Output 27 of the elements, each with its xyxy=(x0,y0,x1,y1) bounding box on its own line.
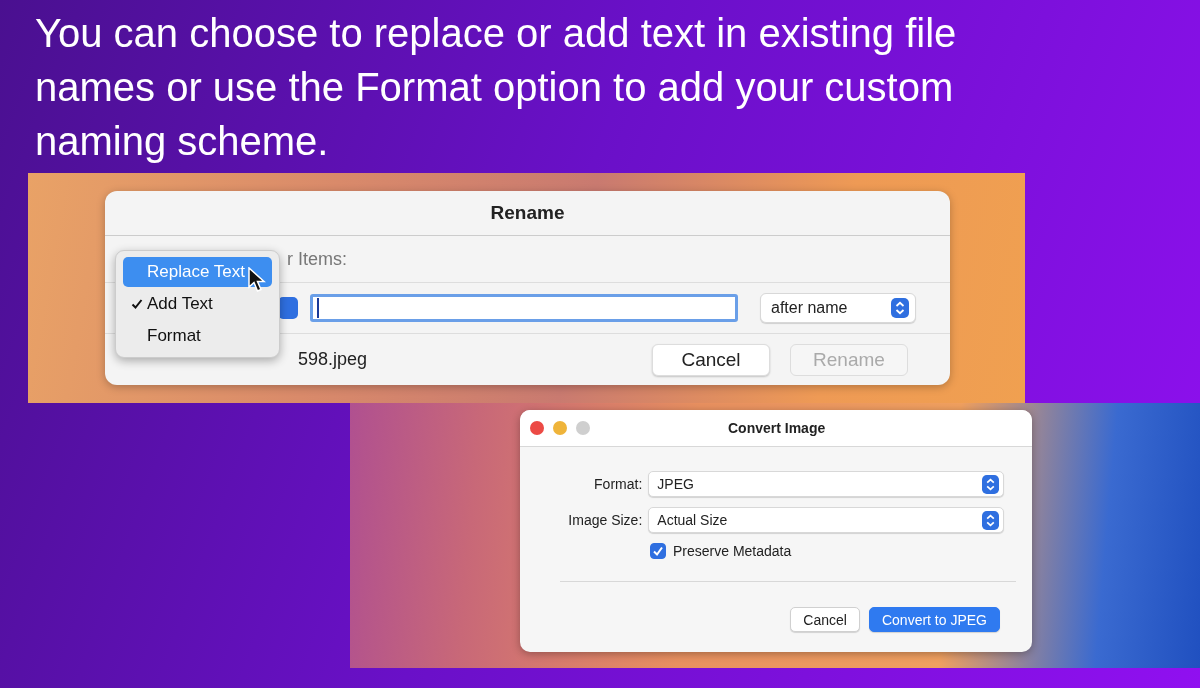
stepper-icon xyxy=(982,474,999,494)
stepper-icon xyxy=(891,298,909,318)
mouse-pointer-icon xyxy=(248,267,266,293)
menu-item[interactable]: Add Text xyxy=(123,289,272,319)
checkbox[interactable] xyxy=(650,543,666,559)
checkbox-label: Preserve Metadata xyxy=(673,543,792,559)
zoom-button[interactable] xyxy=(576,421,590,435)
stepper-icon xyxy=(982,510,999,530)
dialog-button[interactable]: Convert to JPEG xyxy=(868,607,1000,632)
dialog-button[interactable]: Cancel xyxy=(790,607,860,632)
minimize-button[interactable] xyxy=(553,421,567,435)
popup-menu[interactable]: JPEG xyxy=(648,471,1004,497)
slide-heading: You can choose to replace or add text in existing file names or use the Format option to add your custom naming scheme. xyxy=(34,10,958,165)
field-label: Format: xyxy=(593,476,643,492)
checkmark-icon xyxy=(131,298,143,310)
text-input-field[interactable] xyxy=(310,294,738,322)
stepper-icon xyxy=(278,297,298,319)
menu-item[interactable]: Format xyxy=(123,321,272,351)
field-label: r Items: xyxy=(287,248,347,270)
dialog-title: Convert Image xyxy=(728,420,826,436)
dialog-title: Rename xyxy=(105,191,950,236)
example-text: 598.jpeg xyxy=(298,349,368,370)
popup-menu[interactable]: Actual Size xyxy=(648,507,1004,533)
dialog-button[interactable]: Cancel xyxy=(652,343,770,376)
close-button[interactable] xyxy=(530,421,544,435)
field-label: Image Size: xyxy=(567,512,643,528)
position-popup[interactable]: after name xyxy=(760,293,916,323)
